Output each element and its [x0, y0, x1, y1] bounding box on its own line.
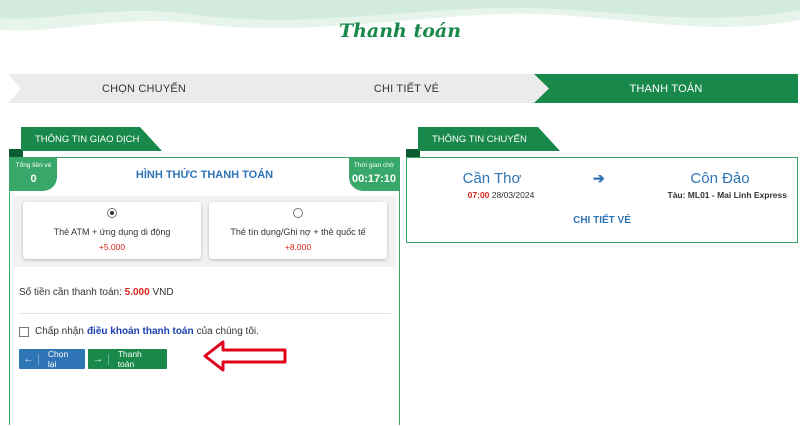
method-atm-name: Thẻ ATM + ứng dụng di động [53, 227, 171, 237]
arrival-station: Côn Đảo [690, 170, 750, 187]
method-atm-radio[interactable] [107, 208, 117, 218]
terms-row: Chấp nhận điều khoản thanh toán của chún… [19, 326, 259, 337]
terms-link[interactable]: điều khoản thanh toán [87, 326, 194, 337]
page-title: Thanh toán [338, 20, 462, 42]
panel-tab-shadow [406, 149, 420, 157]
trip-panel-header: THÔNG TIN CHUYẾN [418, 127, 560, 151]
arrow-right-icon: ➔ [593, 170, 605, 186]
step-ticket-details[interactable]: CHI TIẾT VÉ [263, 74, 550, 103]
departure-datetime: 07:00 28/03/2024 [435, 190, 567, 200]
transaction-panel: Tổng tiền vé 0 HÌNH THỨC THANH TOÁN Thời… [9, 157, 400, 425]
departure-station: Cần Thơ [462, 170, 522, 187]
amount-unit: VND [152, 287, 174, 298]
panel-tab-shadow [9, 149, 23, 157]
ticket-detail-link[interactable]: CHI TIẾT VÉ [407, 215, 797, 226]
back-button-label: Chọn lại [47, 349, 69, 369]
trip-panel: Cần Thơ ➔ Côn Đảo 07:00 28/03/2024 Tàu: … [406, 157, 798, 243]
pay-button-label: Thanh toán [117, 349, 142, 369]
terms-checkbox[interactable] [19, 326, 29, 337]
terms-prefix: Chấp nhận [35, 326, 84, 337]
arrow-left-icon: ← [19, 353, 39, 365]
step-choose-trip[interactable]: CHỌN CHUYẾN [8, 74, 280, 103]
method-credit-card[interactable]: Thẻ tín dụng/Ghi nợ + thẻ quốc tế +8.000 [209, 202, 387, 259]
arrow-right-icon: → [88, 353, 109, 365]
total-label: Tổng tiền vé [15, 162, 52, 169]
amount-due: Số tiền cần thanh toán: 5.000 VND [19, 287, 174, 298]
departure-date: 28/03/2024 [491, 190, 535, 200]
divider [19, 313, 391, 314]
back-button[interactable]: ← Chọn lại [19, 349, 85, 369]
method-credit-fee: +8.000 [284, 242, 312, 252]
annotation-arrow-icon [203, 340, 287, 372]
method-credit-name: Thẻ tín dụng/Ghi nợ + thẻ quốc tế [230, 227, 366, 237]
method-credit-radio[interactable] [293, 208, 303, 218]
payment-method-title: HÌNH THỨC THANH TOÁN [135, 169, 274, 181]
timer-label: Thời gian chờ [353, 162, 395, 169]
departure-time: 07:00 [467, 190, 490, 200]
amount-value: 5.000 [124, 287, 150, 298]
step-payment[interactable]: THANH TOÁN [534, 74, 798, 103]
method-atm-card[interactable]: Thẻ ATM + ứng dụng di động +5.000 [23, 202, 201, 259]
train-info: Tàu: ML01 - Mai Linh Express [667, 190, 788, 200]
terms-suffix: của chúng tôi. [196, 326, 259, 337]
timer-badge: Thời gian chờ 00:17:10 [349, 158, 399, 191]
timer-value: 00:17:10 [351, 173, 397, 185]
amount-label: Số tiền cần thanh toán: [19, 287, 122, 298]
transaction-panel-header: THÔNG TIN GIAO DỊCH [21, 127, 162, 151]
checkout-steps: CHỌN CHUYẾN CHI TIẾT VÉ THANH TOÁN [8, 74, 798, 103]
method-atm-fee: +5.000 [98, 242, 126, 252]
payment-methods: Thẻ ATM + ứng dụng di động +5.000 Thẻ tí… [14, 196, 396, 267]
pay-button[interactable]: → Thanh toán [88, 349, 167, 369]
